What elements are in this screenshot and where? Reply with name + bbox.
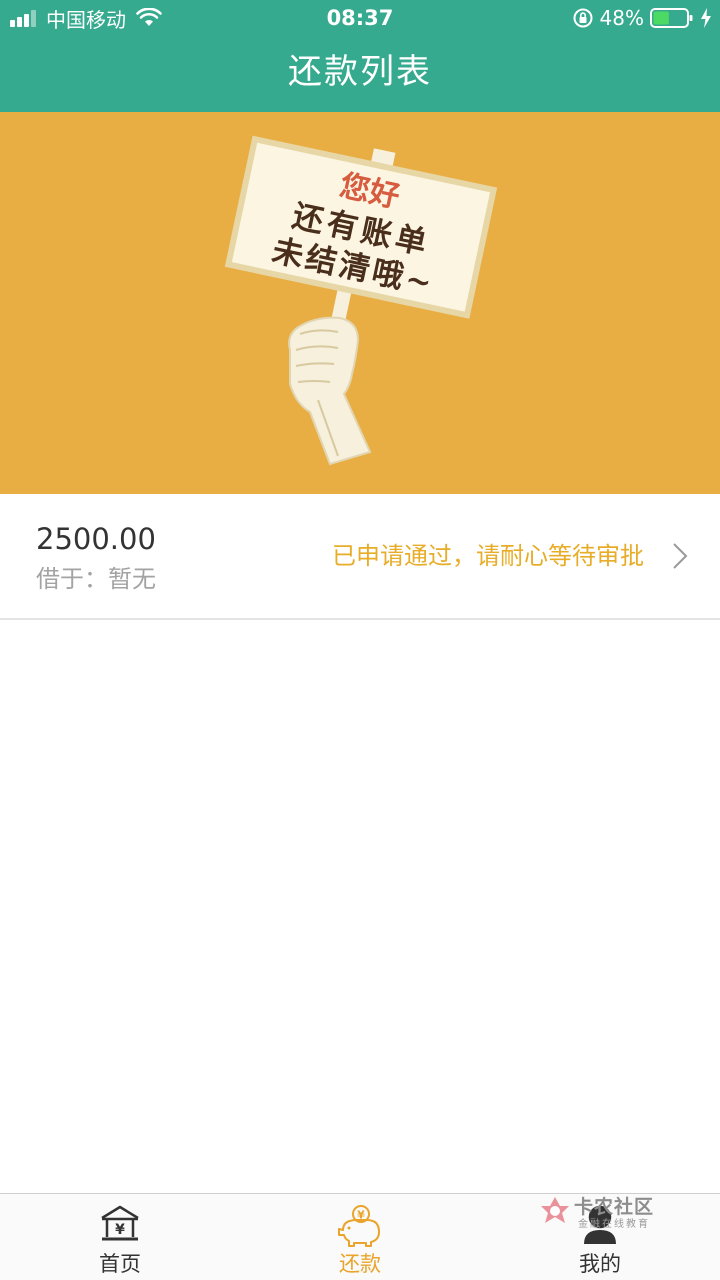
tab-home[interactable]: ¥ 首页 — [0, 1194, 240, 1280]
watermark-logo-icon — [541, 1197, 569, 1223]
chevron-right-icon — [673, 543, 688, 569]
tab-home-label: 首页 — [99, 1252, 141, 1276]
tab-mine-label: 我的 — [579, 1252, 621, 1276]
page-title: 还款列表 — [288, 52, 432, 92]
loan-list-item[interactable]: 2500.00 借于：暂无 已申请通过，请耐心等待审批 — [0, 494, 720, 620]
loan-status: 已申请通过，请耐心等待审批 — [332, 542, 644, 570]
watermark: 卡农社区 金融在线教育 — [538, 1192, 668, 1232]
hand-icon — [288, 316, 372, 466]
watermark-subtitle: 金融在线教育 — [578, 1219, 650, 1230]
rotation-lock-icon — [573, 8, 593, 28]
piggy-bank-icon: ¥ — [338, 1205, 380, 1247]
app-header: 中国移动 08:37 48% 还款列表 — [0, 0, 720, 112]
tab-repayment[interactable]: ¥ 还款 — [240, 1194, 480, 1280]
svg-text:¥: ¥ — [115, 1222, 125, 1238]
bank-icon: ¥ — [101, 1205, 139, 1241]
charging-bolt-icon — [701, 8, 711, 28]
banner: 您好 还有账单 未结清哦~ — [0, 112, 720, 494]
battery-percent: 48% — [599, 6, 644, 30]
status-bar: 中国移动 08:37 48% — [0, 0, 720, 36]
loan-amount: 2500.00 — [36, 522, 156, 556]
status-right: 48% — [566, 5, 712, 31]
tab-repayment-label: 还款 — [339, 1252, 381, 1276]
banner-illustration: 您好 还有账单 未结清哦~ — [224, 135, 498, 466]
battery-icon — [650, 8, 693, 28]
loan-borrow-date: 借于：暂无 — [36, 565, 156, 593]
